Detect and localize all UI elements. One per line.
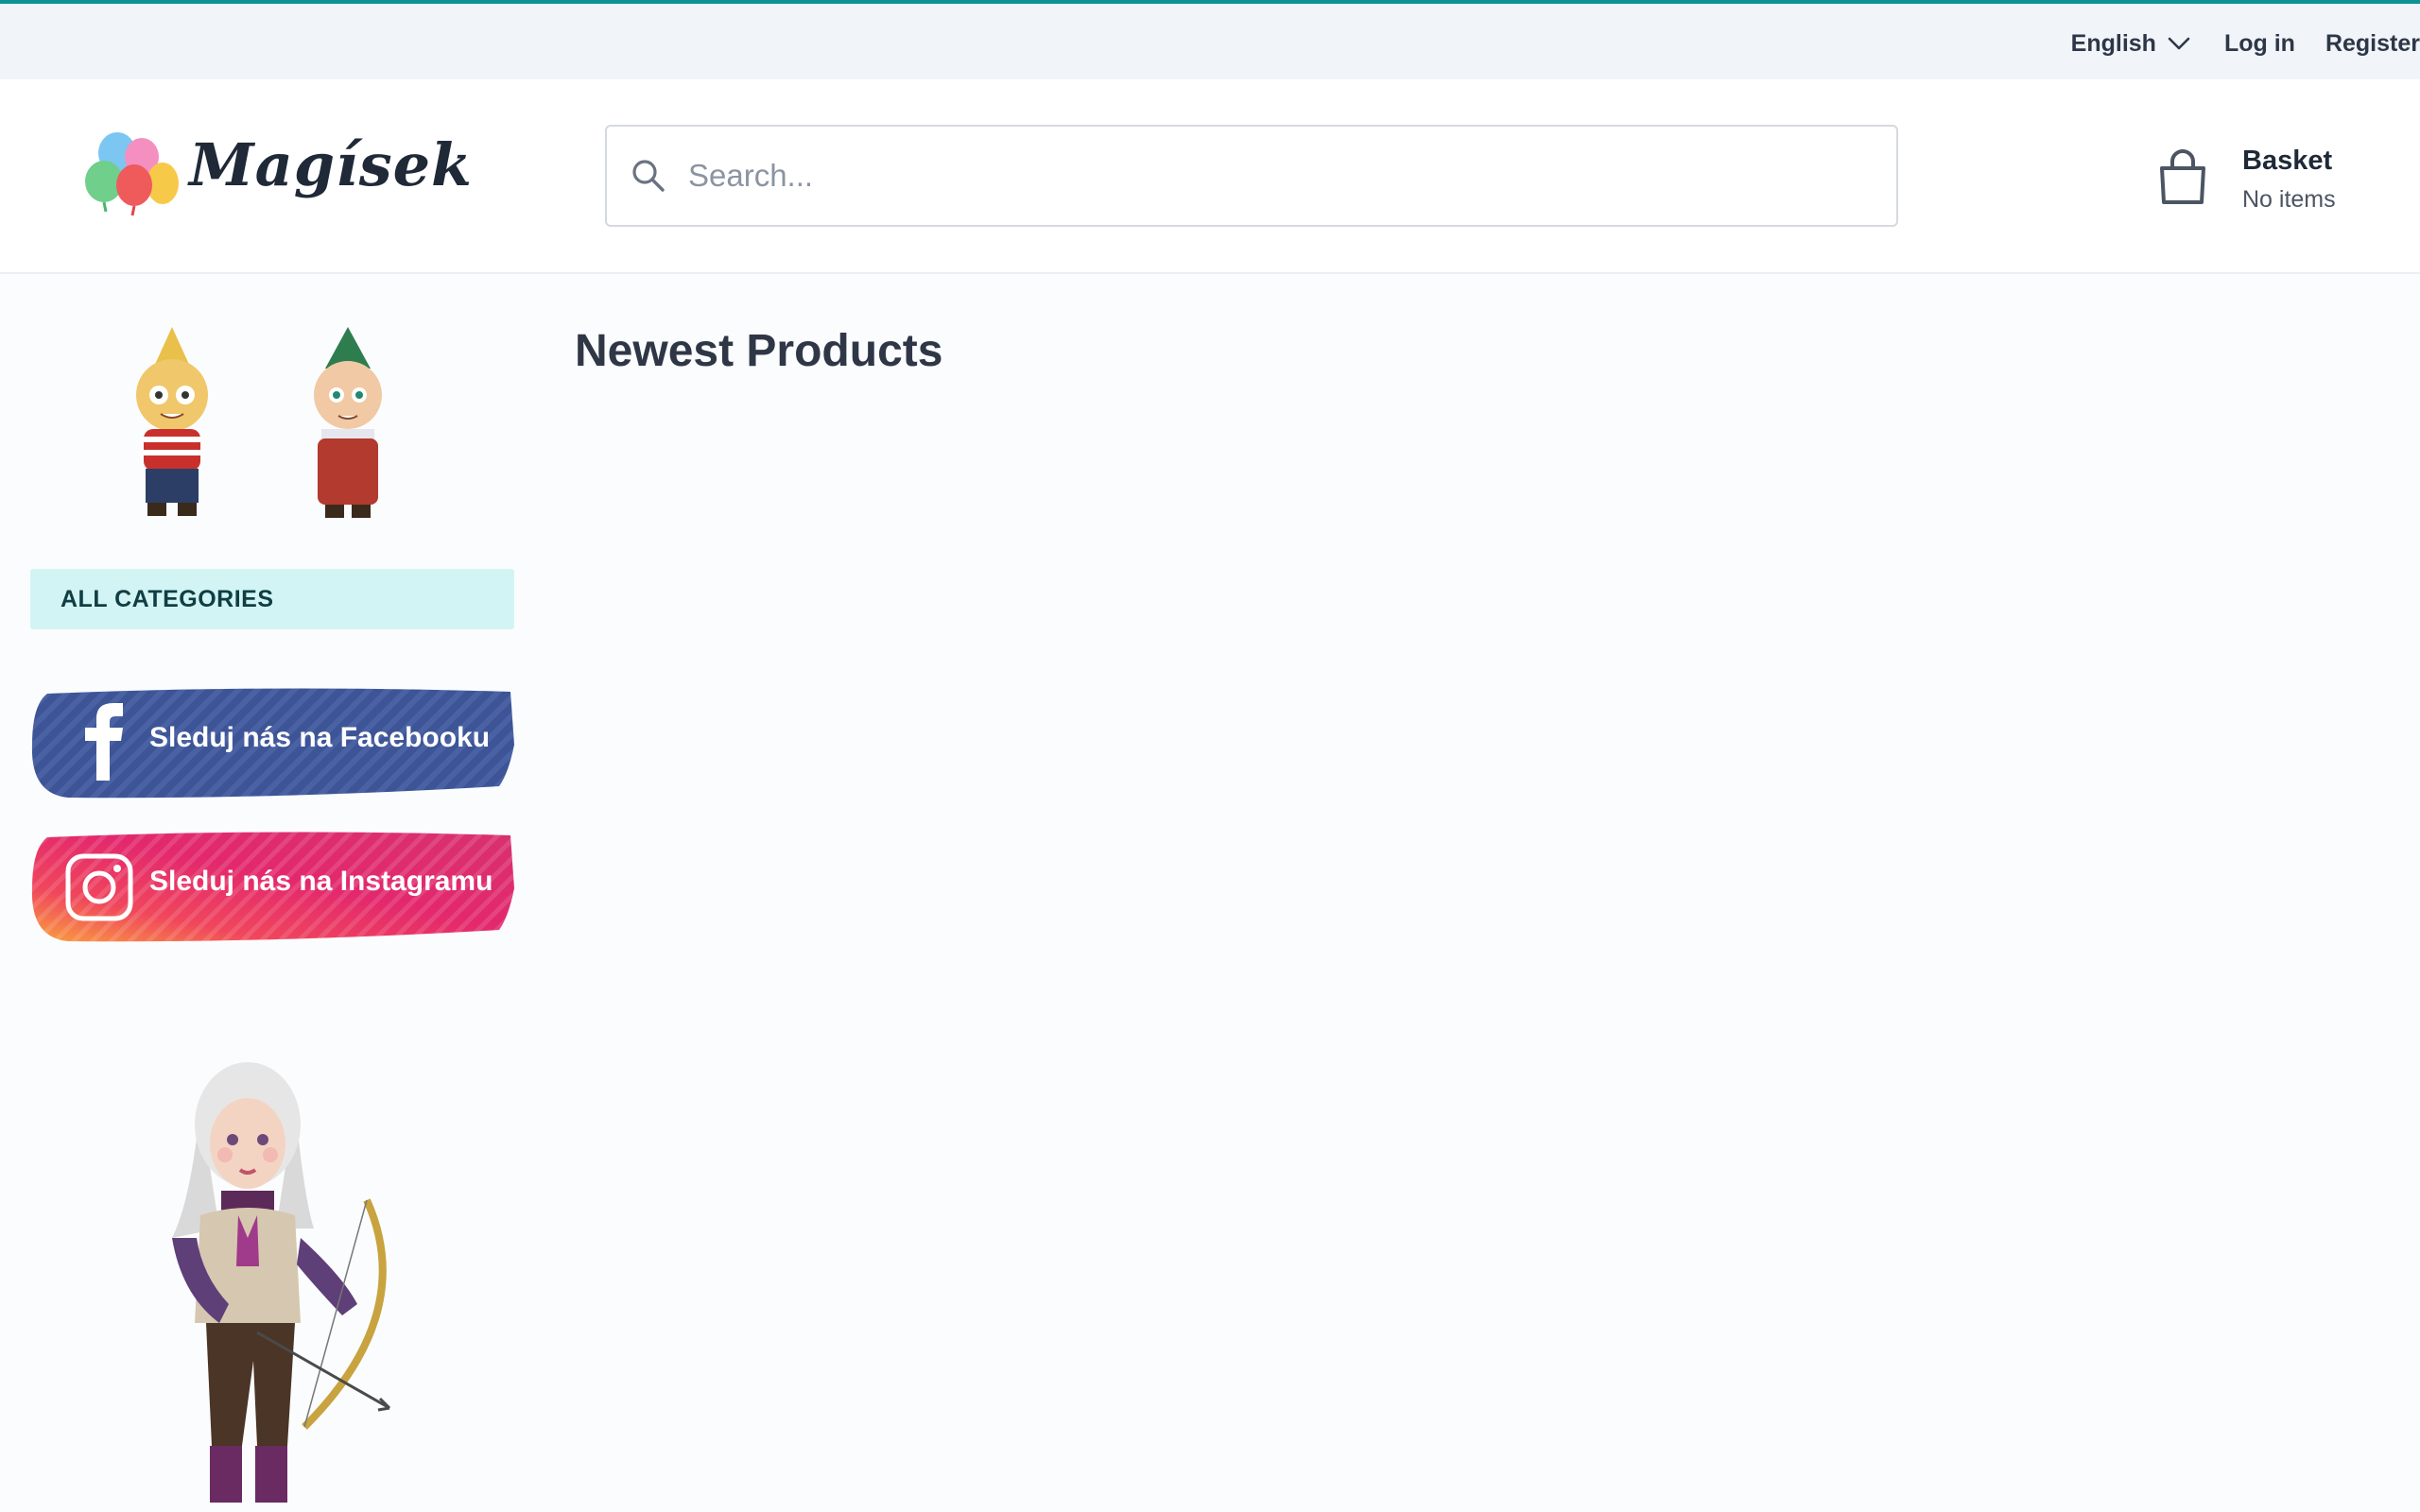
login-link[interactable]: Log in (2224, 30, 2295, 58)
sidebar: ALL CATEGORIES Sleduj nás na Facebooku S… (30, 274, 514, 1512)
language-label: English (2070, 29, 2156, 57)
language-selector[interactable]: English (2071, 30, 2190, 58)
basket-status: No items (2242, 186, 2336, 213)
facebook-banner-link[interactable]: Sleduj nás na Facebooku (30, 688, 514, 801)
all-categories-button[interactable]: ALL CATEGORIES (30, 569, 514, 629)
gnome-characters-illustration (136, 327, 382, 518)
basket-title: Basket (2242, 146, 2333, 176)
top-utility-bar: English Log in Register (0, 0, 2420, 79)
basket-button[interactable]: Basket No items (2157, 142, 2336, 214)
instagram-label: Sleduj nás na Instagramu (149, 866, 493, 897)
page-title: Newest Products (575, 326, 943, 376)
site-logo[interactable]: Magísek (83, 129, 472, 232)
balloons-icon (85, 132, 179, 216)
basket-info: Basket No items (2242, 142, 2336, 214)
search-icon (630, 157, 667, 195)
logo-text: Magísek (189, 130, 474, 199)
register-link[interactable]: Register (2325, 30, 2420, 58)
archer-character-illustration (172, 1062, 391, 1503)
chevron-down-icon (2168, 36, 2190, 51)
instagram-banner-link[interactable]: Sleduj nás na Instagramu (30, 832, 514, 945)
all-categories-label: ALL CATEGORIES (60, 585, 274, 612)
shopping-bag-icon (2157, 149, 2208, 206)
facebook-label: Sleduj nás na Facebooku (149, 722, 491, 753)
utility-nav: English Log in Register (2071, 8, 2420, 79)
search-box[interactable] (605, 125, 1898, 227)
search-input[interactable] (688, 158, 1823, 194)
site-header: Magísek Basket No items (0, 79, 2420, 274)
